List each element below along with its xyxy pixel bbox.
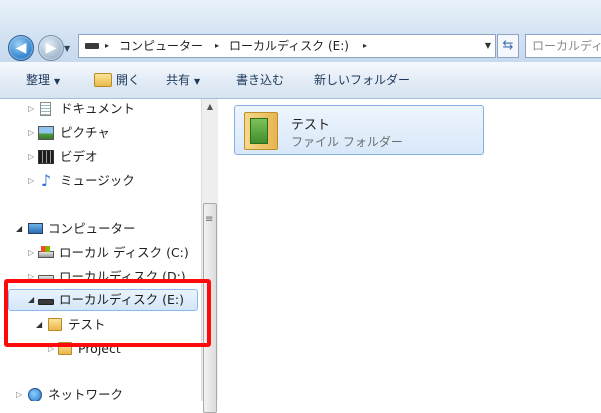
refresh-icon: ⇆ <box>502 38 514 53</box>
file-item-name: テスト <box>291 118 331 133</box>
share-button[interactable]: 共有 ▼ <box>166 62 200 98</box>
breadcrumb-separator[interactable]: ▸ <box>363 35 367 57</box>
file-item-type: ファイル フォルダー <box>291 135 403 149</box>
share-label: 共有 <box>166 73 191 87</box>
chevron-down-icon: ▼ <box>54 77 61 86</box>
chevron-down-icon[interactable]: ▼ <box>485 35 491 57</box>
breadcrumb-drive-e[interactable]: ローカルディスク (E:) <box>229 35 349 57</box>
collapse-arrow-icon[interactable]: ◢ <box>16 219 22 239</box>
new-folder-label: 新しいフォルダー <box>314 73 411 87</box>
scroll-up-icon[interactable]: ▲ <box>202 99 218 115</box>
open-label: 開く <box>116 73 141 87</box>
annotation-highlight-box <box>4 279 211 347</box>
nav-item-label: ピクチャ <box>60 125 110 140</box>
new-folder-button[interactable]: 新しいフォルダー <box>314 62 410 98</box>
expand-arrow-icon[interactable]: ▷ <box>28 147 34 167</box>
nav-item-documents[interactable]: ▷ ドキュメント <box>0 99 200 119</box>
search-input[interactable]: ローカルディ <box>525 34 601 58</box>
video-icon <box>38 150 54 164</box>
file-list: テスト ファイル フォルダー <box>219 99 601 401</box>
folder-contents-icon <box>250 118 268 144</box>
nav-item-videos[interactable]: ▷ ビデオ <box>0 147 200 167</box>
folder-icon <box>244 112 278 150</box>
expand-arrow-icon[interactable]: ▷ <box>28 123 34 143</box>
nav-item-label: ミュージック <box>60 173 135 188</box>
breadcrumb-computer[interactable]: コンピューター <box>119 35 203 57</box>
nav-item-label: ローカル ディスク (C:) <box>59 245 189 260</box>
nav-item-music[interactable]: ▷ ♪ ミュージック <box>0 171 200 191</box>
nav-pane-scrollbar[interactable]: ▲ ≡ <box>201 99 218 413</box>
expand-arrow-icon[interactable]: ▷ <box>16 385 22 401</box>
nav-item-pictures[interactable]: ▷ ピクチャ <box>0 123 200 143</box>
computer-icon <box>28 223 43 234</box>
nav-item-network[interactable]: ▷ ネットワーク <box>0 385 200 401</box>
drive-icon <box>85 43 99 49</box>
nav-item-drive-c[interactable]: ▷ ローカル ディスク (C:) <box>0 243 200 263</box>
organize-button[interactable]: 整理 ▼ <box>26 62 60 98</box>
chevron-down-icon: ▼ <box>194 77 201 86</box>
refresh-button[interactable]: ⇆ <box>497 34 519 58</box>
back-button[interactable]: ◀ <box>8 35 34 61</box>
music-icon: ♪ <box>40 171 52 190</box>
breadcrumb-separator[interactable]: ▸ <box>105 35 109 57</box>
document-icon <box>40 102 51 116</box>
address-bar-area: ◀ ▶ ▼ ▸ コンピューター ▸ ローカルディスク (E:) ▸ ▼ ⇆ ロー… <box>0 0 601 62</box>
burn-label: 書き込む <box>236 73 285 87</box>
picture-icon <box>38 126 54 140</box>
forward-button[interactable]: ▶ <box>38 35 64 61</box>
nav-item-computer[interactable]: ◢ コンピューター <box>0 219 200 239</box>
nav-item-label: ビデオ <box>60 149 98 164</box>
nav-item-label: ネットワーク <box>48 387 124 401</box>
address-path-box[interactable]: ▸ コンピューター ▸ ローカルディスク (E:) ▸ ▼ <box>78 34 496 58</box>
breadcrumb-separator[interactable]: ▸ <box>215 35 219 57</box>
open-button[interactable]: 開く <box>94 62 140 98</box>
open-icon <box>94 72 112 87</box>
expand-arrow-icon[interactable]: ▷ <box>28 243 34 263</box>
command-bar: 整理 ▼ 開く 共有 ▼ 書き込む 新しいフォルダー <box>0 62 601 99</box>
grip-icon: ≡ <box>205 214 214 225</box>
drive-icon <box>38 246 54 258</box>
burn-button[interactable]: 書き込む <box>236 62 284 98</box>
expand-arrow-icon[interactable]: ▷ <box>28 99 34 119</box>
navigation-pane: ▷ ドキュメント ▷ ピクチャ ▷ ビデオ ▷ ♪ ミュージック ◢ コンピュー… <box>0 99 201 401</box>
file-item-test[interactable]: テスト ファイル フォルダー <box>234 105 484 155</box>
network-icon <box>28 388 42 401</box>
history-dropdown-icon[interactable]: ▼ <box>64 44 70 53</box>
back-arrow-icon: ◀ <box>15 40 27 56</box>
expand-arrow-icon[interactable]: ▷ <box>28 171 34 191</box>
nav-item-label: コンピューター <box>48 221 136 236</box>
nav-item-label: ドキュメント <box>60 101 136 116</box>
organize-label: 整理 <box>26 73 51 87</box>
forward-arrow-icon: ▶ <box>45 40 57 56</box>
